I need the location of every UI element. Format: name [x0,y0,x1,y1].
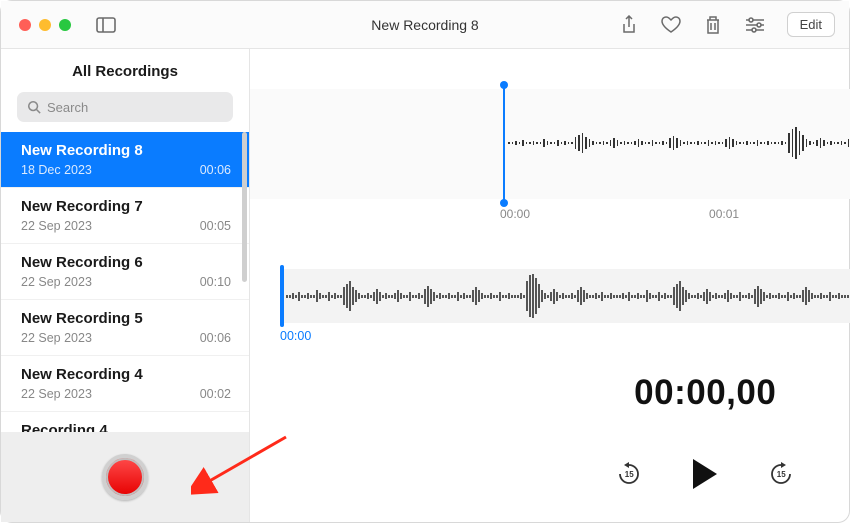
recording-name: Recording 4 [21,422,231,432]
recording-duration: 00:02 [200,387,231,401]
search-input[interactable] [47,100,223,115]
titlebar: New Recording 8 Edit [1,1,849,49]
recording-name: New Recording 4 [21,366,231,383]
recording-name: New Recording 8 [21,142,231,159]
main-panel: 00:00 00:01 00:02 00 00:00 00:06 00:00,0… [250,49,850,522]
trim-timeline: 00:00 00:06 [280,329,850,343]
sidebar-icon [96,17,116,33]
recording-name: New Recording 7 [21,198,231,215]
skip-forward-button[interactable]: 15 [767,460,795,488]
sliders-icon [745,17,765,33]
heart-icon [661,16,681,34]
detail-waveform[interactable] [280,269,850,323]
play-icon [693,459,717,489]
recordings-list: New Recording 818 Dec 202300:06New Recor… [1,132,249,432]
fullscreen-window-button[interactable] [59,19,71,31]
timeline-tick: 00:00 [500,207,530,221]
recording-row[interactable]: New Recording 7 22 Sep 2023 00:05 [1,188,249,244]
recording-date: 22 Sep 2023 [21,387,92,401]
edit-button[interactable]: Edit [787,12,835,37]
recording-row[interactable]: New Recording 6 22 Sep 2023 00:10 [1,244,249,300]
recording-date: 22 Sep 2023 [21,219,92,233]
playback-controls: 15 15 [250,459,850,489]
recording-duration: 00:06 [200,163,231,177]
favorite-button[interactable] [661,15,681,35]
overview-timeline: 00:00 00:01 00:02 00 [500,207,850,221]
scrollbar[interactable] [242,132,247,282]
play-button[interactable] [693,459,717,489]
overview-waveform[interactable]: 00:00 00:01 00:02 00 [250,89,850,199]
recording-duration: 00:06 [200,331,231,345]
sidebar-heading: All Recordings [1,49,249,92]
recording-duration: 00:05 [200,219,231,233]
sidebar: All Recordings New Recording 8 18 Dec 202… [1,49,250,522]
skip-back-button[interactable]: 15 [615,460,643,488]
recording-name: New Recording 5 [21,310,231,327]
recording-row[interactable]: New Recording 8 18 Dec 2023 00:06 [1,132,249,188]
timeline-tick: 00:01 [709,207,739,221]
trash-icon [705,15,721,35]
recording-date: 22 Sep 2023 [21,275,92,289]
record-footer [1,432,249,522]
search-icon [27,100,41,114]
recording-meta: 22 Sep 2023 00:06 [21,331,231,345]
recording-date: 22 Sep 2023 [21,331,92,345]
recording-date: 18 Dec 2023 [21,163,92,177]
recording-meta: 18 Dec 2023 00:06 [21,163,231,177]
share-icon [621,15,637,35]
recording-meta: 22 Sep 2023 00:10 [21,275,231,289]
recording-meta: 22 Sep 2023 00:05 [21,219,231,233]
recording-name: New Recording 6 [21,254,231,271]
sidebar-toggle-button[interactable] [93,15,119,35]
recording-row[interactable]: New Recording 5 22 Sep 2023 00:06 [1,300,249,356]
current-time-display: 00:00,00 [250,373,850,413]
recording-meta: 22 Sep 2023 00:02 [21,387,231,401]
recording-row[interactable]: New Recording 4 22 Sep 2023 00:02 [1,356,249,412]
search-input-wrap[interactable] [17,92,233,122]
recording-row[interactable]: Recording 4 [1,412,249,432]
trim-start-label: 00:00 [280,329,311,343]
window-title: New Recording 8 [371,17,478,33]
detail-playhead[interactable] [280,265,284,327]
record-button[interactable] [102,454,148,500]
recording-duration: 00:10 [200,275,231,289]
toolbar-right: Edit [619,12,849,37]
window-controls [1,19,71,31]
share-button[interactable] [619,15,639,35]
minimize-window-button[interactable] [39,19,51,31]
delete-button[interactable] [703,15,723,35]
close-window-button[interactable] [19,19,31,31]
settings-button[interactable] [745,15,765,35]
